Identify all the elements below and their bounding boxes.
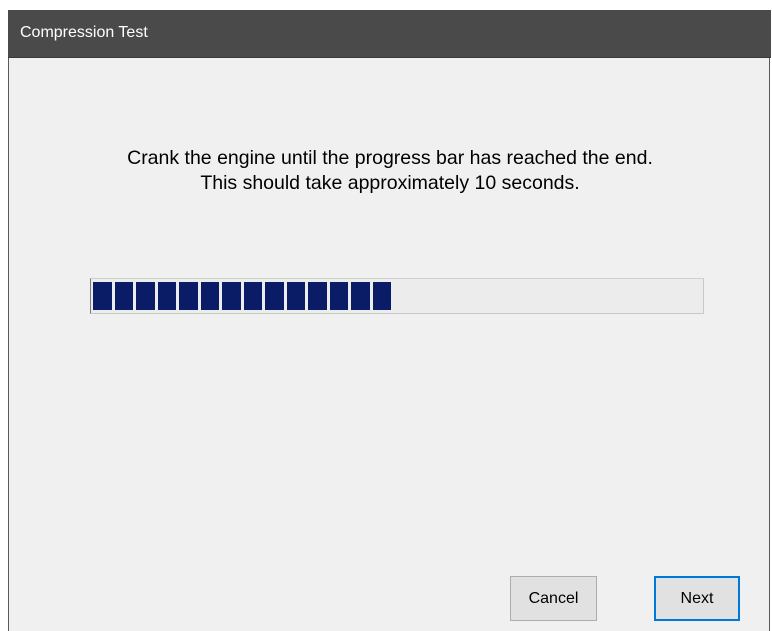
progress-block (136, 282, 155, 310)
instructions: Crank the engine until the progress bar … (9, 146, 771, 196)
window-title: Compression Test (20, 24, 148, 41)
progress-bar (90, 278, 704, 314)
cancel-button[interactable]: Cancel (510, 576, 597, 621)
progress-block (308, 282, 327, 310)
instruction-line-2: This should take approximately 10 second… (200, 172, 580, 194)
progress-block (222, 282, 241, 310)
next-button[interactable]: Next (654, 576, 740, 621)
progress-block (93, 282, 112, 310)
progress-block (114, 282, 133, 310)
progress-block (243, 282, 262, 310)
title-bar[interactable]: Compression Test (8, 10, 771, 58)
progress-block (372, 282, 391, 310)
progress-block (157, 282, 176, 310)
progress-block (200, 282, 219, 310)
instruction-line-1: Crank the engine until the progress bar … (127, 147, 653, 169)
progress-block (265, 282, 284, 310)
progress-block (351, 282, 370, 310)
progress-block (286, 282, 305, 310)
progress-fill (93, 282, 391, 310)
progress-block (329, 282, 348, 310)
progress-block (179, 282, 198, 310)
compression-test-dialog: Compression Test Crank the engine until … (8, 10, 771, 631)
